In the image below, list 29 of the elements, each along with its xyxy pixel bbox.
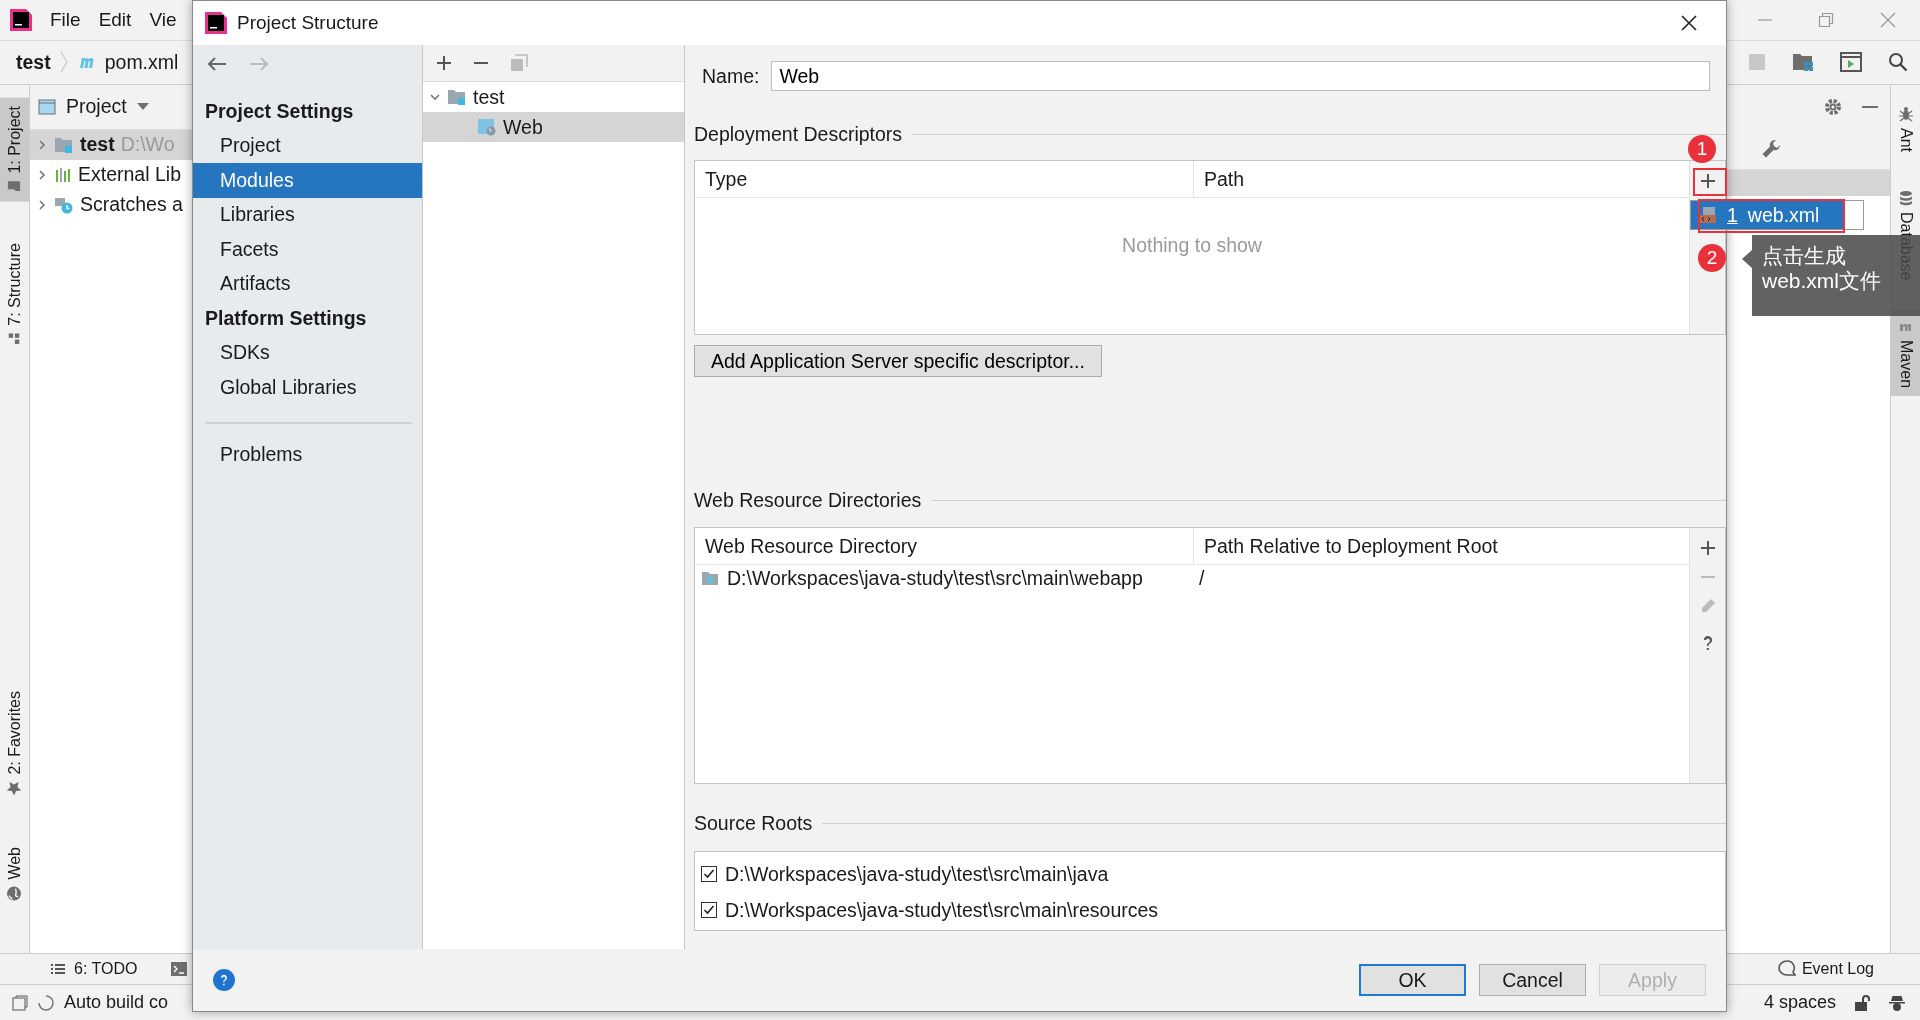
tab-label: 1: Project <box>5 105 24 174</box>
item-number: 1 <box>1727 203 1738 227</box>
empty-message: Nothing to show <box>1122 234 1262 258</box>
section-title: Deployment Descriptors <box>694 122 903 146</box>
path-hint: D:\Wo <box>120 133 175 157</box>
tab-label: Ant <box>1896 127 1915 152</box>
tab-label: 7: Structure <box>5 243 24 327</box>
section-heading: Platform Settings <box>204 305 368 331</box>
tab-label: Web <box>5 846 24 880</box>
source-root-path: D:\Workspaces\java-study\test\src\main\resources <box>725 898 1159 922</box>
section-title: Web Resource Directories <box>694 488 922 512</box>
tree-label: test <box>473 85 505 109</box>
tree-label: test <box>80 133 115 157</box>
status-message: Auto build co <box>64 992 169 1014</box>
source-root-path: D:\Workspaces\java-study\test\src\main\java <box>725 862 1109 886</box>
tab-label: Event Log <box>1801 960 1874 979</box>
tree-label: External Lib <box>78 163 181 187</box>
field-label: Name: <box>702 64 760 88</box>
tab-label: Maven <box>1896 340 1915 389</box>
item-label: web.xml <box>1747 203 1820 227</box>
tree-label: Scratches a <box>80 193 183 217</box>
section-heading: Project Settings <box>204 98 355 124</box>
dialog-title: Project Structure <box>237 12 379 34</box>
directory-path: D:\Workspaces\java-study\test\src\main\webapp <box>727 566 1143 590</box>
section-title: Source Roots <box>694 811 813 835</box>
tab-label: 6: TODO <box>74 960 138 979</box>
tree-label: Web <box>503 115 543 139</box>
tab-label: 2: Favorites <box>5 690 24 775</box>
table-cell-text: / <box>1198 565 1206 591</box>
